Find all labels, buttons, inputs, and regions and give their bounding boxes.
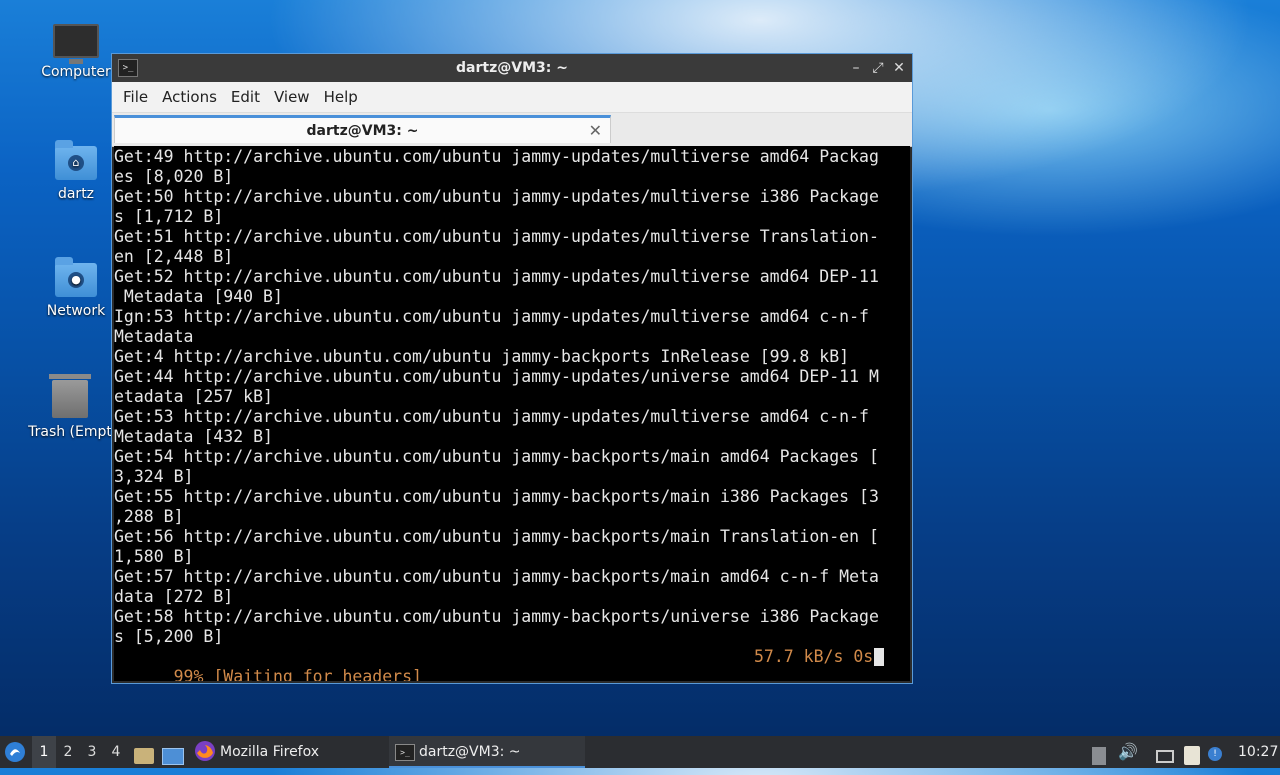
firefox-icon	[195, 740, 215, 761]
terminal-line: Get:53 http://archive.ubuntu.com/ubuntu …	[114, 407, 869, 426]
maximize-button[interactable]: ⤢	[868, 58, 888, 78]
download-rate: 57.7 kB/s 0s	[754, 647, 874, 666]
minimize-button[interactable]: –	[846, 58, 866, 78]
desktop-icon-label: dartz	[57, 186, 95, 202]
desktop-icon-network[interactable]: ● Network	[28, 257, 124, 319]
terminal-line: en [2,448 B]	[114, 247, 234, 266]
progress-status: 99% [Waiting for headers]	[173, 667, 422, 681]
tab-bar: dartz@VM3: ~ ✕	[112, 113, 912, 147]
show-desktop-button[interactable]	[162, 736, 184, 768]
terminal-icon: >_	[395, 743, 415, 761]
workspace-2[interactable]: 2	[56, 736, 80, 768]
network-folder-icon: ●	[55, 257, 97, 297]
terminal-line: Metadata	[114, 327, 194, 346]
menu-edit[interactable]: Edit	[224, 88, 267, 106]
terminal-line: s [1,712 B]	[114, 207, 224, 226]
terminal-cursor	[874, 648, 884, 666]
terminal-line: s [5,200 B]	[114, 627, 224, 646]
tab-title: dartz@VM3: ~	[306, 123, 419, 139]
terminal-window: >_ dartz@VM3: ~ – ⤢ ✕ File Actions Edit …	[111, 53, 913, 684]
taskbar: 1 2 3 4 Mozilla Firefox >_ dartz@VM3: ~ 🔊…	[0, 736, 1280, 768]
tab-terminal[interactable]: dartz@VM3: ~ ✕	[114, 115, 611, 143]
tray-updates-icon[interactable]	[1092, 736, 1106, 768]
desktop-icon-computer[interactable]: Computer	[28, 24, 124, 80]
trash-icon	[49, 374, 91, 418]
computer-icon	[53, 24, 99, 64]
terminal-line: ,288 B]	[114, 507, 184, 526]
terminal-line: Get:56 http://archive.ubuntu.com/ubuntu …	[114, 527, 879, 546]
terminal-line: Get:54 http://archive.ubuntu.com/ubuntu …	[114, 447, 879, 466]
menu-help[interactable]: Help	[317, 88, 365, 106]
terminal-line: Get:51 http://archive.ubuntu.com/ubuntu …	[114, 227, 879, 246]
window-title: dartz@VM3: ~	[456, 60, 568, 76]
menu-actions[interactable]: Actions	[155, 88, 224, 106]
window-titlebar[interactable]: >_ dartz@VM3: ~ – ⤢ ✕	[112, 54, 912, 82]
workspace-3[interactable]: 3	[80, 736, 104, 768]
desktop-icon-trash[interactable]: Trash (Empt	[22, 374, 118, 440]
clock[interactable]: 10:27	[1238, 736, 1278, 768]
desktop-icon-label: Network	[46, 303, 106, 319]
close-button[interactable]: ✕	[889, 58, 909, 78]
task-label: dartz@VM3: ~	[419, 744, 521, 760]
volume-icon[interactable]: 🔊	[1118, 736, 1138, 768]
menu-file[interactable]: File	[116, 88, 155, 106]
taskbar-task-terminal[interactable]: >_ dartz@VM3: ~	[389, 736, 585, 768]
desktop-icon	[162, 747, 184, 765]
terminal-line: data [272 B]	[114, 587, 234, 606]
terminal-line: Metadata [940 B]	[114, 287, 283, 306]
menu-view[interactable]: View	[267, 88, 317, 106]
terminal-line: Get:44 http://archive.ubuntu.com/ubuntu …	[114, 367, 879, 386]
terminal-line: Get:4 http://archive.ubuntu.com/ubuntu j…	[114, 347, 850, 366]
menubar: File Actions Edit View Help	[112, 82, 912, 113]
terminal-line: Ign:53 http://archive.ubuntu.com/ubuntu …	[114, 307, 869, 326]
file-manager-launcher[interactable]	[134, 736, 154, 768]
terminal-line: es [8,020 B]	[114, 167, 234, 186]
task-label: Mozilla Firefox	[220, 744, 320, 760]
terminal-line: 1,580 B]	[114, 547, 194, 566]
tab-close-icon[interactable]: ✕	[589, 121, 602, 140]
terminal-line: etadata [257 kB]	[114, 387, 273, 406]
terminal-line: Get:49 http://archive.ubuntu.com/ubuntu …	[114, 147, 879, 166]
network-tray-icon[interactable]	[1156, 736, 1174, 768]
desktop-icon-label: Trash (Empt	[28, 424, 112, 440]
notification-icon[interactable]: !	[1208, 736, 1222, 768]
terminal-line: Get:55 http://archive.ubuntu.com/ubuntu …	[114, 487, 879, 506]
lubuntu-logo-icon	[5, 742, 25, 762]
clipboard-icon[interactable]	[1184, 736, 1200, 768]
taskbar-task-firefox[interactable]: Mozilla Firefox	[192, 736, 382, 768]
terminal-status-line: 99% [Waiting for headers] 57.7 kB/s 0s	[114, 647, 910, 681]
terminal-output[interactable]: Get:49 http://archive.ubuntu.com/ubuntu …	[114, 146, 910, 681]
workspace-1[interactable]: 1	[32, 736, 56, 768]
terminal-line: Metadata [432 B]	[114, 427, 273, 446]
desktop-icon-label: Computer	[41, 64, 111, 80]
terminal-line: Get:50 http://archive.ubuntu.com/ubuntu …	[114, 187, 879, 206]
file-manager-icon	[134, 748, 154, 764]
home-folder-icon: ⌂	[55, 140, 97, 180]
terminal-line: Get:52 http://archive.ubuntu.com/ubuntu …	[114, 267, 879, 286]
terminal-line: Get:57 http://archive.ubuntu.com/ubuntu …	[114, 567, 879, 586]
workspace-4[interactable]: 4	[104, 736, 128, 768]
terminal-line: 3,324 B]	[114, 467, 194, 486]
desktop-icon-home[interactable]: ⌂ dartz	[28, 140, 124, 202]
start-menu-button[interactable]	[4, 736, 28, 768]
terminal-line: Get:58 http://archive.ubuntu.com/ubuntu …	[114, 607, 879, 626]
